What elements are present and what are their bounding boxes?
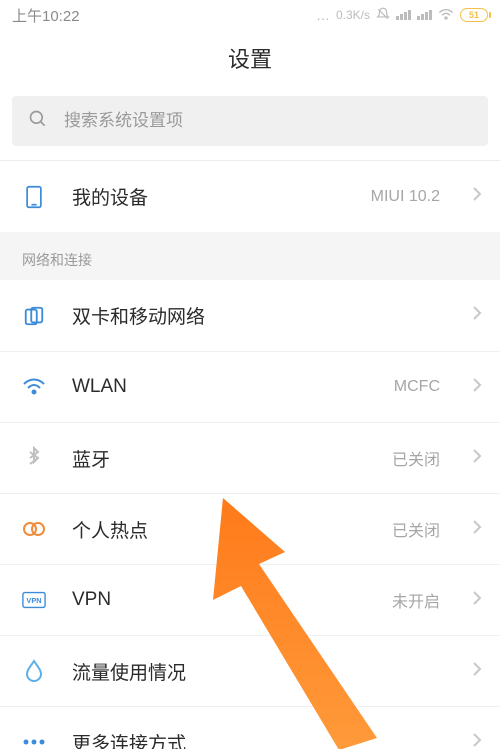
device-section: 我的设备 MIUI 10.2 [0,161,500,232]
search-icon [28,109,48,134]
section-header-network: 网络和连接 [0,232,500,280]
settings-item-label: 我的设备 [72,183,345,210]
status-time: 上午10:22 [12,5,80,26]
chevron-right-icon [472,732,482,749]
signal-icon-2 [417,10,432,20]
phone-icon [22,185,46,209]
bluetooth-icon [22,446,46,470]
ellipsis-icon: … [316,7,330,23]
settings-item-dual-sim[interactable]: 双卡和移动网络 [0,280,500,351]
settings-item-value: MIUI 10.2 [371,188,440,206]
vpn-icon: VPN [22,588,46,612]
settings-item-label: VPN [72,589,366,611]
more-dots-icon [22,730,46,749]
wifi-icon [22,375,46,399]
chevron-right-icon [472,448,482,469]
status-bar: 上午10:22 … 0.3K/s 51 [0,0,500,30]
settings-item-my-device[interactable]: 我的设备 MIUI 10.2 [0,161,500,232]
settings-item-label: 个人热点 [72,516,366,543]
battery-icon: 51 [460,8,488,22]
settings-item-more-connections[interactable]: 更多连接方式 [0,706,500,749]
page-title: 设置 [0,42,500,74]
status-right: … 0.3K/s 51 [316,7,488,24]
settings-item-wlan[interactable]: WLAN MCFC [0,351,500,422]
settings-item-label: WLAN [72,376,368,398]
page-header: 设置 [0,30,500,96]
chevron-right-icon [472,305,482,326]
settings-item-vpn[interactable]: VPN VPN 未开启 [0,564,500,635]
settings-item-label: 流量使用情况 [72,658,446,685]
network-section: 双卡和移动网络 WLAN MCFC 蓝牙 已关闭 个人热点 已关闭 [0,280,500,749]
chevron-right-icon [472,186,482,207]
settings-item-value: 未开启 [392,588,440,612]
chevron-right-icon [472,377,482,398]
signal-icon [396,10,411,20]
bell-mute-icon [376,7,390,24]
search-box[interactable] [12,96,488,146]
settings-item-label: 蓝牙 [72,445,366,472]
settings-item-bluetooth[interactable]: 蓝牙 已关闭 [0,422,500,493]
wifi-icon [438,7,454,23]
search-input[interactable] [64,111,472,131]
sim-cards-icon [22,304,46,328]
chevron-right-icon [472,590,482,611]
search-section [0,96,500,161]
settings-item-value: MCFC [394,378,440,396]
settings-item-label: 更多连接方式 [72,729,446,749]
chevron-right-icon [472,519,482,540]
settings-item-data-usage[interactable]: 流量使用情况 [0,635,500,706]
settings-item-value: 已关闭 [392,446,440,470]
chevron-right-icon [472,661,482,682]
network-speed: 0.3K/s [336,8,370,22]
settings-item-value: 已关闭 [392,517,440,541]
drop-icon [22,659,46,683]
hotspot-icon [22,517,46,541]
svg-text:VPN: VPN [26,596,41,605]
settings-item-hotspot[interactable]: 个人热点 已关闭 [0,493,500,564]
settings-item-label: 双卡和移动网络 [72,302,446,329]
